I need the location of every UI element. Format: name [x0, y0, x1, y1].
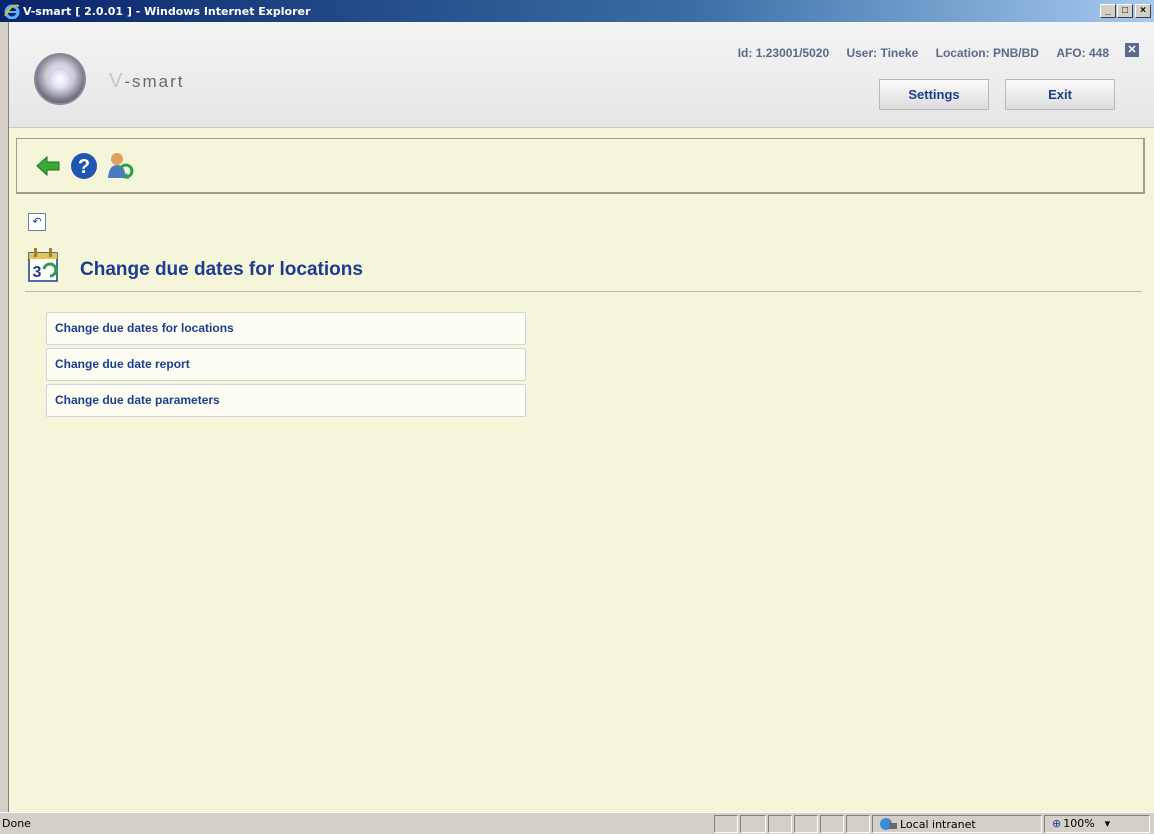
window-title: V-smart [ 2.0.01 ] - Windows Internet Ex…: [23, 4, 311, 18]
status-text: Done: [2, 817, 31, 830]
status-bar: Done Local intranet ⊕ 100% ▾: [0, 812, 1154, 834]
menu-list: Change due dates for locations Change du…: [46, 312, 526, 420]
toolbar: ?: [16, 138, 1145, 194]
status-cell: [768, 815, 792, 833]
help-icon[interactable]: ?: [69, 151, 99, 181]
window-title-bar: V-smart [ 2.0.01 ] - Windows Internet Ex…: [0, 0, 1154, 22]
vsmart-logo-icon: [34, 53, 86, 105]
zone-label: Local intranet: [900, 817, 976, 831]
status-cell: [714, 815, 738, 833]
maximize-button[interactable]: □: [1117, 4, 1133, 18]
zoom-level: 100%: [1063, 817, 1095, 830]
settings-button[interactable]: Settings: [879, 79, 989, 110]
zoom-icon: ⊕: [1052, 817, 1062, 830]
minimize-button[interactable]: _: [1100, 4, 1116, 18]
app-header: V-smart Id: 1.23001/5020 User: Tineke Lo…: [9, 22, 1154, 128]
session-location: Location: PNB/BD: [935, 46, 1039, 60]
back-arrow-icon[interactable]: [33, 151, 63, 181]
status-cell: [846, 815, 870, 833]
status-cell: [794, 815, 818, 833]
svg-text:3: 3: [33, 264, 42, 281]
session-id: Id: 1.23001/5020: [737, 46, 830, 60]
svg-text:?: ?: [78, 156, 90, 178]
exit-button[interactable]: Exit: [1005, 79, 1115, 110]
status-cell: [740, 815, 766, 833]
session-info: Id: 1.23001/5020 User: Tineke Location: …: [724, 46, 1109, 60]
undo-icon[interactable]: ↶: [28, 213, 46, 231]
page-title: Change due dates for locations: [80, 259, 363, 280]
status-cell: [820, 815, 844, 833]
user-refresh-icon[interactable]: [105, 151, 135, 181]
menu-item-change-due-dates[interactable]: Change due dates for locations: [46, 312, 526, 345]
globe-icon: [880, 818, 897, 830]
session-afo: AFO: 448: [1056, 46, 1109, 60]
menu-item-due-date-report[interactable]: Change due date report: [46, 348, 526, 381]
calendar-icon: 3: [28, 248, 58, 282]
close-window-button[interactable]: ×: [1135, 4, 1151, 18]
zoom-control[interactable]: ⊕ 100% ▾: [1052, 817, 1110, 830]
close-icon[interactable]: ✕: [1125, 43, 1139, 57]
internet-explorer-icon: [4, 4, 20, 19]
divider: [25, 291, 1142, 292]
session-user: User: Tineke: [846, 46, 919, 60]
brand-name: V-smart: [109, 70, 185, 92]
browser-content: V-smart Id: 1.23001/5020 User: Tineke Lo…: [8, 22, 1154, 812]
security-zone: Local intranet: [879, 817, 976, 831]
menu-item-due-date-parameters[interactable]: Change due date parameters: [46, 384, 526, 417]
chevron-down-icon[interactable]: ▾: [1105, 817, 1111, 830]
